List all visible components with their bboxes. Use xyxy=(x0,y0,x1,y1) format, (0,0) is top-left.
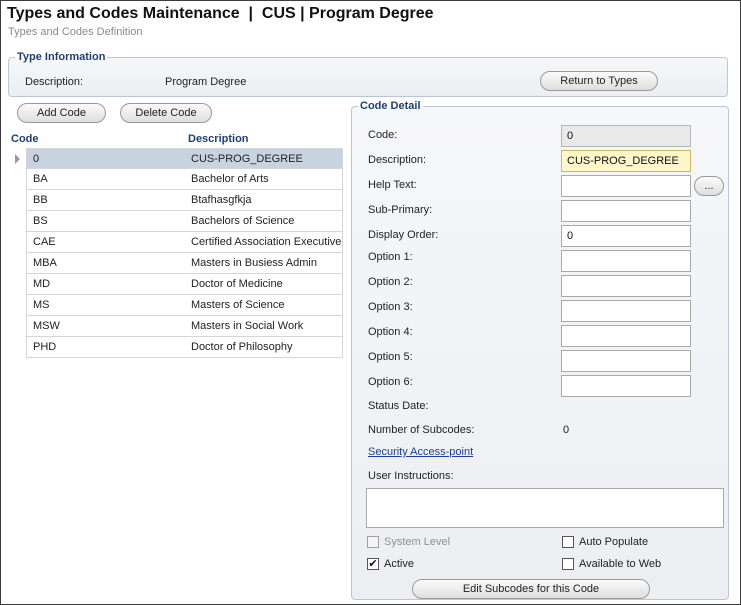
row-description: Certified Association Executive xyxy=(191,236,342,248)
row-description: Doctor of Medicine xyxy=(191,278,283,290)
option1-field[interactable] xyxy=(561,250,691,272)
table-row[interactable]: MSW Masters in Social Work xyxy=(26,316,343,337)
system-level-checkbox xyxy=(367,536,379,548)
subcodes-value: 0 xyxy=(563,424,570,436)
row-description: Bachelors of Science xyxy=(191,215,295,227)
table-row[interactable]: BA Bachelor of Arts xyxy=(26,169,343,190)
row-description: Masters in Busiess Admin xyxy=(191,257,317,269)
system-level-label: System Level xyxy=(384,536,451,548)
add-code-button[interactable]: Add Code xyxy=(17,103,106,123)
column-header-description[interactable]: Description xyxy=(188,133,249,145)
row-code: 0 xyxy=(33,153,40,165)
table-row[interactable]: MBA Masters in Busiess Admin xyxy=(26,253,343,274)
row-code: BA xyxy=(33,173,48,185)
auto-populate-checkbox[interactable] xyxy=(562,536,574,548)
user-instructions-field[interactable] xyxy=(366,488,724,528)
display-order-label: Display Order: xyxy=(368,229,439,241)
table-row[interactable]: MD Doctor of Medicine xyxy=(26,274,343,295)
type-information-legend: Type Information xyxy=(17,51,106,63)
help-text-ellipsis-button[interactable]: ... xyxy=(694,176,724,196)
row-description: CUS-PROG_DEGREE xyxy=(191,153,303,165)
type-description-value: Program Degree xyxy=(165,76,247,88)
row-code: CAE xyxy=(33,236,56,248)
table-row[interactable]: BB Btafhasgfkja xyxy=(26,190,343,211)
row-selector-arrow-icon xyxy=(15,154,20,164)
option4-label: Option 4: xyxy=(368,326,413,338)
page-subtitle: Types and Codes Definition xyxy=(8,26,143,38)
row-description: Bachelor of Arts xyxy=(191,173,269,185)
table-row[interactable]: 0 CUS-PROG_DEGREE xyxy=(15,148,343,169)
option2-field[interactable] xyxy=(561,275,691,297)
row-code: MS xyxy=(33,299,50,311)
option1-label: Option 1: xyxy=(368,251,413,263)
page-title: Types and Codes Maintenance | CUS | Prog… xyxy=(7,5,434,22)
help-text-field[interactable] xyxy=(561,175,691,197)
row-code: PHD xyxy=(33,341,57,353)
option6-label: Option 6: xyxy=(368,376,413,388)
available-to-web-label: Available to Web xyxy=(579,558,662,570)
table-row[interactable]: BS Bachelors of Science xyxy=(26,211,343,232)
row-code: BS xyxy=(33,215,48,227)
option5-label: Option 5: xyxy=(368,351,413,363)
option2-label: Option 2: xyxy=(368,276,413,288)
sub-primary-field[interactable] xyxy=(561,200,691,222)
help-text-label: Help Text: xyxy=(368,179,417,191)
option4-field[interactable] xyxy=(561,325,691,347)
grid-header: Code Description xyxy=(9,132,343,148)
edit-subcodes-button[interactable]: Edit Subcodes for this Code xyxy=(412,579,650,599)
code-grid: Code Description 0 CUS-PROG_DEGREE BA Ba… xyxy=(9,132,343,358)
code-detail-legend: Code Detail xyxy=(360,100,421,112)
user-instructions-label: User Instructions: xyxy=(368,470,454,482)
row-description: Masters of Science xyxy=(191,299,285,311)
auto-populate-label: Auto Populate xyxy=(579,536,649,548)
active-label: Active xyxy=(384,558,414,570)
sub-primary-label: Sub-Primary: xyxy=(368,204,433,216)
option3-field[interactable] xyxy=(561,300,691,322)
available-to-web-checkbox[interactable] xyxy=(562,558,574,570)
row-code: MD xyxy=(33,278,51,290)
option3-label: Option 3: xyxy=(368,301,413,313)
status-date-label: Status Date: xyxy=(368,400,429,412)
active-checkbox[interactable]: ✔ xyxy=(367,558,379,570)
type-description-label: Description: xyxy=(25,76,84,88)
return-to-types-button[interactable]: Return to Types xyxy=(540,71,658,91)
row-description: Btafhasgfkja xyxy=(191,194,252,206)
option6-field[interactable] xyxy=(561,375,691,397)
row-code: MBA xyxy=(33,257,57,269)
row-code: MSW xyxy=(33,320,60,332)
table-row[interactable]: PHD Doctor of Philosophy xyxy=(26,337,343,358)
delete-code-button[interactable]: Delete Code xyxy=(120,103,212,123)
column-header-code[interactable]: Code xyxy=(11,133,39,145)
subcodes-label: Number of Subcodes: xyxy=(368,424,475,436)
row-code: BB xyxy=(33,194,48,206)
description-field[interactable]: CUS-PROG_DEGREE xyxy=(561,150,691,172)
table-row[interactable]: MS Masters of Science xyxy=(26,295,343,316)
row-description: Doctor of Philosophy xyxy=(191,341,293,353)
table-row[interactable]: CAE Certified Association Executive xyxy=(26,232,343,253)
row-description: Masters in Social Work xyxy=(191,320,304,332)
display-order-field[interactable]: 0 xyxy=(561,225,691,247)
option5-field[interactable] xyxy=(561,350,691,372)
security-access-point-link[interactable]: Security Access-point xyxy=(368,446,473,458)
description-label: Description: xyxy=(368,154,427,166)
code-label: Code: xyxy=(368,129,398,141)
code-field: 0 xyxy=(561,125,691,147)
